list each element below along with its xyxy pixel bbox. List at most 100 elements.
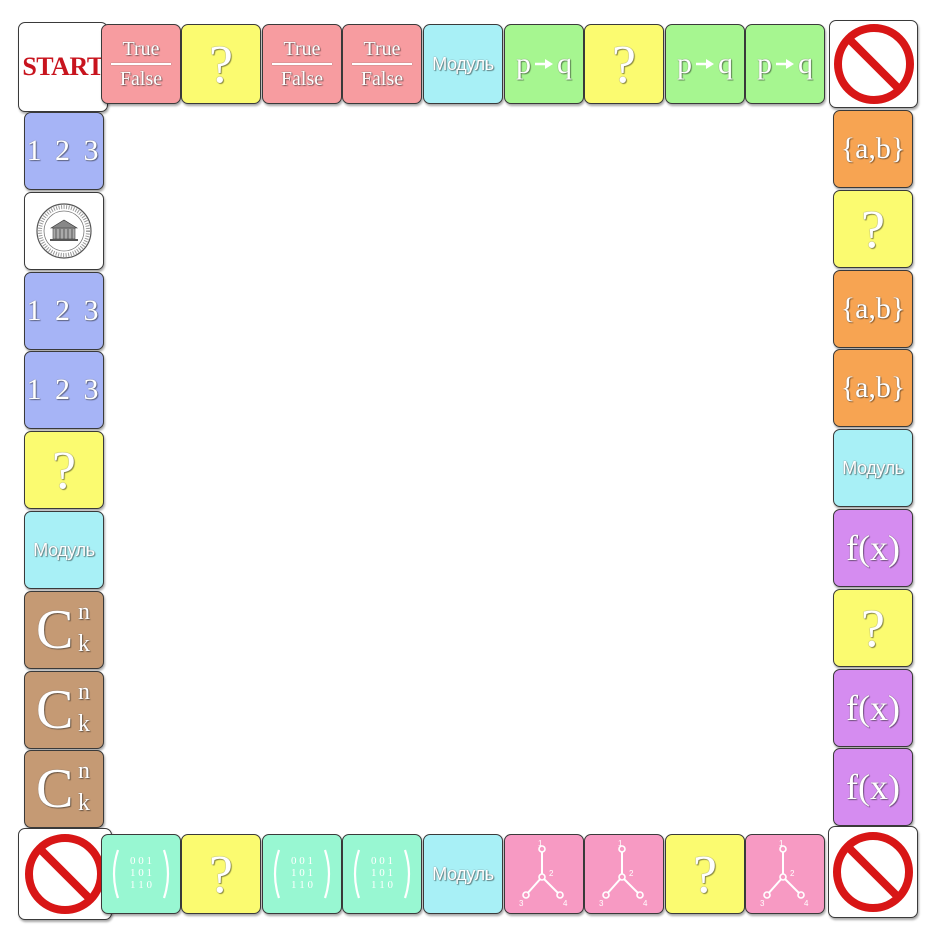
true-label: True [283, 38, 321, 60]
modul-label: Модуль [842, 458, 904, 478]
bottom-tile-matrix[interactable]: 0 0 11 0 11 1 0 [262, 834, 342, 914]
matrix-icon: 0 0 11 0 11 1 0 [353, 849, 411, 899]
true-label: True [363, 38, 401, 60]
right-tile-sets[interactable]: {a,b} [833, 110, 913, 188]
implication-arrow-icon [776, 59, 794, 69]
bottom-tile-graph[interactable]: 1 2 3 4 [745, 834, 825, 914]
left-tile-emblem[interactable] [24, 192, 104, 270]
top-tile-question[interactable]: ? [584, 24, 664, 104]
top-tile-logic[interactable]: pq [745, 24, 825, 104]
implication-label: pq [757, 49, 813, 79]
implication-arrow-icon [535, 59, 553, 69]
set-label: {a,b} [840, 371, 906, 404]
right-tile-sets[interactable]: {a,b} [833, 270, 913, 348]
graph-node-label: 3 [760, 899, 765, 908]
question-mark-label: ? [693, 844, 717, 904]
tree-graph-icon: 1 2 3 4 [760, 839, 809, 908]
top-tile-stop[interactable] [829, 20, 918, 108]
question-mark-label: ? [612, 34, 636, 94]
bottom-tile-modul[interactable]: Модуль [423, 834, 503, 914]
top-tile-start[interactable]: START [18, 22, 108, 112]
graph-node-label: 1 [779, 839, 784, 848]
question-mark-label: ? [861, 199, 885, 259]
right-tile-question[interactable]: ? [833, 190, 913, 268]
top-tile-question[interactable]: ? [181, 24, 261, 104]
left-tile-combinatorics[interactable]: Cnk [24, 591, 104, 669]
bottom-tile-question[interactable]: ? [665, 834, 745, 914]
bottom-tile-graph[interactable]: 1 2 3 4 [584, 834, 664, 914]
top-tile-tf[interactable]: True False [262, 24, 342, 104]
matrix-row: 1 1 0 [371, 879, 394, 891]
question-mark-label: ? [209, 844, 233, 904]
bottom-tile-stop[interactable] [828, 826, 918, 918]
right-tile-question[interactable]: ? [833, 589, 913, 667]
left-tile-modul[interactable]: Модуль [24, 511, 104, 589]
right-tile-function[interactable]: f(x) [833, 669, 913, 747]
matrix-row: 0 0 1 [371, 855, 393, 867]
graph-node-label: 2 [549, 869, 554, 878]
numbers-label: 1 2 3 [26, 134, 102, 167]
left-tile-question[interactable]: ? [24, 431, 104, 509]
right-tile-sets[interactable]: {a,b} [833, 349, 913, 427]
implication-arrow-icon [696, 59, 714, 69]
left-tile-numbers[interactable]: 1 2 3 [24, 272, 104, 350]
start-label: START [22, 52, 104, 81]
true-false-label: True False [263, 39, 341, 89]
question-mark-label: ? [209, 34, 233, 94]
left-tile-numbers[interactable]: 1 2 3 [24, 351, 104, 429]
p-label: p [677, 47, 692, 80]
fraction-bar [110, 63, 172, 65]
bottom-tile-matrix[interactable]: 0 0 11 0 11 1 0 [342, 834, 422, 914]
implication-label: pq [677, 49, 733, 79]
false-label: False [119, 68, 163, 90]
top-tile-logic[interactable]: pq [504, 24, 584, 104]
no-entry-icon [833, 832, 913, 912]
left-tile-numbers[interactable]: 1 2 3 [24, 112, 104, 190]
graph-node-label: 3 [599, 899, 604, 908]
right-tile-modul[interactable]: Модуль [833, 429, 913, 507]
matrix-icon: 0 0 11 0 11 1 0 [112, 849, 170, 899]
comb-k: k [78, 711, 90, 737]
combination-label: Cnk [34, 678, 94, 742]
comb-k: k [78, 631, 90, 657]
fraction-bar [351, 63, 413, 65]
tree-graph-icon: 1 2 3 4 [519, 839, 568, 908]
modul-label: Модуль [432, 54, 494, 74]
top-tile-modul[interactable]: Модуль [423, 24, 503, 104]
function-label: f(x) [846, 767, 900, 807]
q-label: q [557, 47, 572, 80]
implication-label: pq [516, 49, 572, 79]
game-board: START True False? True False True False Модуль p… [0, 0, 942, 944]
graph-node-label: 4 [563, 899, 568, 908]
question-mark-label: ? [861, 598, 885, 658]
graph-node-label: 4 [643, 899, 648, 908]
q-label: q [718, 47, 733, 80]
question-mark-label: ? [52, 440, 76, 500]
right-tile-function[interactable]: f(x) [833, 748, 913, 826]
comb-n: n [78, 679, 90, 705]
bottom-tile-graph[interactable]: 1 2 3 4 [504, 834, 584, 914]
bottom-tile-matrix[interactable]: 0 0 11 0 11 1 0 [101, 834, 181, 914]
graph-node-label: 4 [804, 899, 809, 908]
left-tile-combinatorics[interactable]: Cnk [24, 750, 104, 828]
matrix-row: 1 1 0 [291, 879, 314, 891]
modul-label: Модуль [432, 864, 494, 884]
numbers-label: 1 2 3 [26, 373, 102, 406]
top-tile-tf[interactable]: True False [101, 24, 181, 104]
graph-node-label: 1 [538, 839, 543, 848]
modul-label: Модуль [33, 540, 95, 560]
set-label: {a,b} [840, 132, 906, 165]
bottom-tile-stop[interactable] [18, 828, 112, 920]
right-tile-function[interactable]: f(x) [833, 509, 913, 587]
function-label: f(x) [846, 528, 900, 568]
top-tile-logic[interactable]: pq [665, 24, 745, 104]
left-tile-combinatorics[interactable]: Cnk [24, 671, 104, 749]
matrix-row: 0 0 1 [291, 855, 313, 867]
matrix-row: 1 0 1 [371, 867, 393, 879]
no-entry-icon [833, 24, 914, 104]
bottom-tile-question[interactable]: ? [181, 834, 261, 914]
comb-k: k [78, 790, 90, 816]
top-tile-tf[interactable]: True False [342, 24, 422, 104]
comb-n: n [78, 599, 90, 625]
tree-graph-icon: 1 2 3 4 [599, 839, 648, 908]
